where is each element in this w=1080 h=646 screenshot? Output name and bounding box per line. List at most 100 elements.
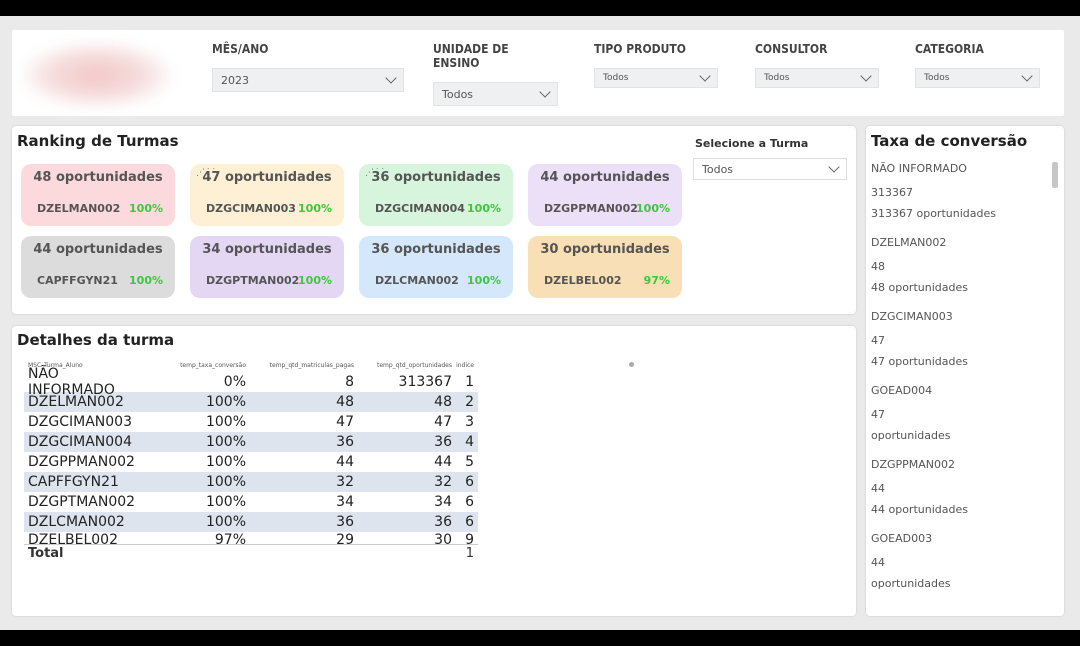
cell-oportunidades: 313367 <box>398 374 452 390</box>
table-row[interactable]: DZELBEL002 97% 29 30 9 <box>24 532 478 544</box>
cell-taxa: 100% <box>205 414 246 430</box>
filter-bar: MÊS/ANO 2023 UNIDADE DE ENSINO Todos TIP… <box>12 30 1064 116</box>
card-code: DZLCMAN002 <box>375 274 459 287</box>
scrollbar-thumb[interactable] <box>1052 162 1058 188</box>
cell-taxa: 97% <box>214 532 246 544</box>
cell-oportunidades: 48 <box>434 394 452 410</box>
cell-indice: 4 <box>465 434 474 450</box>
cell-indice: 6 <box>465 514 474 530</box>
card-code: DZELBEL002 <box>544 274 622 287</box>
cell-oportunidades: 34 <box>434 494 452 510</box>
table-row[interactable]: DZGCIMAN004 100% 36 36 4 <box>24 432 478 452</box>
cell-oportunidades: 36 <box>434 434 452 450</box>
filter-unidade-dropdown[interactable]: Todos <box>433 82 558 106</box>
ranking-card[interactable]: 30 oportunidades DZELBEL002 97% <box>528 236 682 298</box>
card-percent: 100% <box>636 202 670 215</box>
ranking-card[interactable]: 44 oportunidades DZGPPMAN002 100% <box>528 164 682 226</box>
table-row[interactable]: NÃO INFORMADO 0% 8 313367 1 <box>24 366 478 398</box>
filter-value: Todos <box>924 73 950 83</box>
table-row[interactable]: DZGPTMAN002 100% 34 34 6 <box>24 492 478 512</box>
list-item[interactable]: GOEAD004 47 oportunidades <box>871 384 1049 458</box>
card-count: 44 oportunidades <box>33 242 163 257</box>
filter-tipo-produto-dropdown[interactable]: Todos <box>594 68 718 88</box>
item-value: 47 <box>871 408 885 421</box>
ranking-card[interactable]: ⋰˙˙ 36 oportunidades DZGCIMAN004 100% <box>359 164 513 226</box>
filter-categoria-dropdown[interactable]: Todos <box>915 68 1040 88</box>
item-code: DZGCIMAN003 <box>871 310 953 323</box>
filter-consultor-dropdown[interactable]: Todos <box>755 68 879 88</box>
table-row[interactable]: CAPFFGYN21 100% 32 32 6 <box>24 472 478 492</box>
card-code: DZELMAN002 <box>37 202 121 215</box>
column-header[interactable]: temp_qtd_oportunidades <box>356 362 456 369</box>
cell-indice: 6 <box>465 494 474 510</box>
column-header[interactable]: indice <box>456 362 478 369</box>
ranking-card[interactable]: 34 oportunidades DZGPTMAN002 100% <box>190 236 344 298</box>
item-code: DZELMAN002 <box>871 236 947 249</box>
cell-indice: 3 <box>465 414 474 430</box>
cell-matriculas: 34 <box>336 494 354 510</box>
table-row[interactable]: DZGCIMAN003 100% 47 47 3 <box>24 412 478 432</box>
chevron-down-icon <box>385 72 397 84</box>
list-item[interactable]: DZGPPMAN002 44 44 oportunidades <box>871 458 1049 532</box>
conversion-panel: Taxa de conversão NÃO INFORMADO 313367 3… <box>866 126 1064 616</box>
cell-taxa: 0% <box>223 374 246 390</box>
card-percent: 97% <box>643 274 670 287</box>
item-detail: 47 oportunidades <box>871 355 968 368</box>
list-item[interactable]: DZELMAN002 48 48 oportunidades <box>871 236 1049 310</box>
cell-turma: DZELMAN002 <box>28 394 124 410</box>
cell-turma: DZLCMAN002 <box>28 514 125 530</box>
select-turma-dropdown[interactable]: Todos <box>693 158 847 180</box>
item-code: DZGPPMAN002 <box>871 458 956 471</box>
filter-consultor: CONSULTOR Todos <box>755 42 879 88</box>
chevron-down-icon <box>539 86 551 98</box>
list-item[interactable]: NÃO INFORMADO 313367 313367 oportunidade… <box>871 162 1049 236</box>
item-detail: 44 oportunidades <box>871 503 968 516</box>
ranking-card[interactable]: 36 oportunidades DZLCMAN002 100% <box>359 236 513 298</box>
filter-mes-ano-dropdown[interactable]: 2023 <box>212 68 404 92</box>
select-turma-value: Todos <box>702 162 734 176</box>
dot-marker <box>629 362 634 367</box>
chevron-down-icon <box>860 70 872 82</box>
item-value: 44 <box>871 482 885 495</box>
cell-taxa: 100% <box>205 474 246 490</box>
card-percent: 100% <box>298 202 332 215</box>
chevron-down-icon <box>699 70 711 82</box>
list-item[interactable]: DZGCIMAN003 47 47 oportunidades <box>871 310 1049 384</box>
cell-turma: DZGPPMAN002 <box>28 454 135 470</box>
table-row[interactable]: DZELMAN002 100% 48 48 2 <box>24 392 478 412</box>
cell-taxa: 100% <box>205 454 246 470</box>
card-code: DZGPTMAN002 <box>206 274 300 287</box>
cell-turma: DZGCIMAN004 <box>28 434 132 450</box>
ranking-card[interactable]: ⋰˙˙ 47 oportunidades DZGCIMAN003 100% <box>190 164 344 226</box>
cell-matriculas: 8 <box>345 374 354 390</box>
item-code: GOEAD004 <box>871 384 933 397</box>
card-percent: 100% <box>129 274 163 287</box>
card-percent: 100% <box>467 202 501 215</box>
card-code: DZGCIMAN003 <box>206 202 296 215</box>
item-value: 48 <box>871 260 885 273</box>
cell-taxa: 100% <box>205 494 246 510</box>
filter-label: CONSULTOR <box>755 42 828 56</box>
cell-indice: 5 <box>465 454 474 470</box>
chevron-down-icon <box>828 161 840 173</box>
column-header[interactable]: temp_qtd_matriculas_pagas <box>248 362 356 369</box>
card-percent: 100% <box>129 202 163 215</box>
filter-unidade-de-ensino: UNIDADE DE ENSINO Todos <box>433 42 558 106</box>
table-row[interactable]: DZGPPMAN002 100% 44 44 5 <box>24 452 478 472</box>
column-header[interactable]: temp_taxa_conversão <box>150 362 248 369</box>
ranking-card[interactable]: 48 oportunidades DZELMAN002 100% <box>21 164 175 226</box>
ranking-card[interactable]: 44 oportunidades CAPFFGYN21 100% <box>21 236 175 298</box>
filter-label: MÊS/ANO <box>212 42 269 56</box>
select-turma-label: Selecione a Turma <box>695 137 809 150</box>
table-row[interactable]: DZLCMAN002 100% 36 36 6 <box>24 512 478 532</box>
details-panel: Detalhes da turma MSC_Turma_Aluno temp_t… <box>12 326 856 616</box>
card-code: CAPFFGYN21 <box>37 274 118 287</box>
cell-matriculas: 36 <box>336 514 354 530</box>
item-detail: 313367 oportunidades <box>871 207 996 220</box>
cell-oportunidades: 32 <box>434 474 452 490</box>
filter-mes-ano: MÊS/ANO 2023 <box>212 42 404 92</box>
item-code: NÃO INFORMADO <box>871 162 967 175</box>
details-title: Detalhes da turma <box>17 331 175 349</box>
total-indice: 1 <box>465 546 474 561</box>
list-item[interactable]: GOEAD003 44 oportunidades <box>871 532 1049 606</box>
